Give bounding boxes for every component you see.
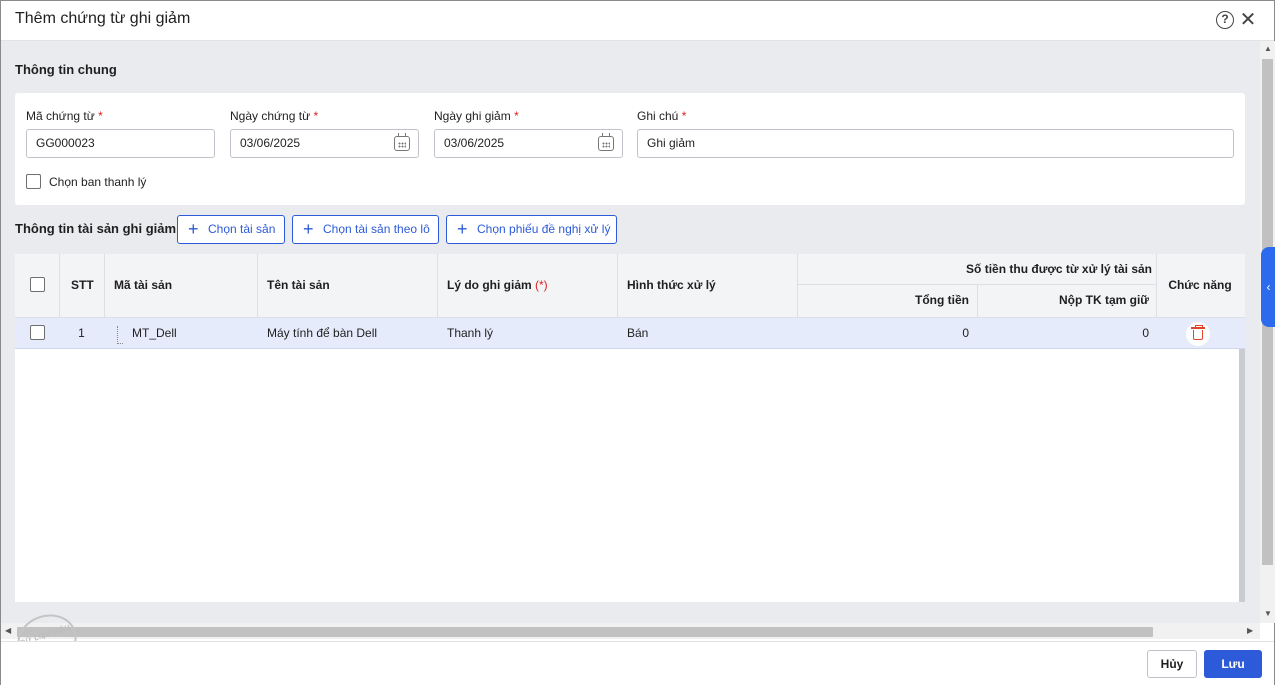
col-deposit[interactable]: Nộp TK tạm giữ: [977, 293, 1149, 307]
asset-info-title: Thông tin tài sản ghi giảm: [15, 221, 177, 236]
horizontal-scroll-thumb[interactable]: [17, 627, 1153, 637]
cell-asset-name: Máy tính để bàn Dell: [267, 326, 378, 340]
dialog-title: Thêm chứng từ ghi giảm: [15, 10, 191, 27]
asset-table: STT Mã tài sản Tên tài sản Lý do ghi giả…: [15, 254, 1245, 602]
col-stt[interactable]: STT: [71, 278, 94, 292]
calendar-icon[interactable]: [598, 133, 614, 151]
cell-asset-code: MT_Dell: [132, 326, 177, 340]
general-info-title: Thông tin chung: [15, 62, 117, 77]
decrease-date-input[interactable]: 03/06/2025: [434, 129, 623, 158]
decrease-date-label: Ngày ghi giảm *: [434, 109, 519, 123]
col-asset-name[interactable]: Tên tài sản: [267, 278, 330, 292]
help-icon[interactable]: ?: [1216, 11, 1234, 29]
col-total[interactable]: Tổng tiền: [797, 293, 969, 307]
horizontal-scrollbar[interactable]: ◀ ▶: [1, 623, 1260, 639]
note-label: Ghi chú *: [637, 109, 687, 123]
scroll-right-icon[interactable]: ▶: [1247, 626, 1253, 635]
plus-icon: +: [457, 219, 468, 239]
cancel-button[interactable]: Hủy: [1147, 650, 1197, 678]
liquidation-board-checkbox[interactable]: [26, 174, 41, 189]
general-info-card: Mã chứng từ * GG000023 Ngày chứng từ * 0…: [15, 93, 1245, 205]
col-reason[interactable]: Lý do ghi giảm (*): [447, 278, 548, 292]
col-actions: Chức năng: [1168, 278, 1232, 292]
choose-asset-by-batch-button[interactable]: + Chọn tài sản theo lô: [292, 215, 439, 244]
scroll-left-icon[interactable]: ◀: [5, 626, 11, 635]
choose-asset-button[interactable]: + Chọn tài sản: [177, 215, 285, 244]
table-row[interactable]: 1 MT_Dell Máy tính để bàn Dell Thanh lý …: [15, 318, 1245, 349]
voucher-date-input[interactable]: 03/06/2025: [230, 129, 419, 158]
note-input[interactable]: Ghi giảm: [637, 129, 1234, 158]
table-header: STT Mã tài sản Tên tài sản Lý do ghi giả…: [15, 254, 1245, 318]
tree-connector: [117, 326, 123, 344]
plus-icon: +: [188, 219, 199, 239]
liquidation-board-label: Chọn ban thanh lý: [49, 175, 147, 189]
dialog-footer: Hủy Lưu: [1, 641, 1274, 685]
plus-icon: +: [303, 219, 314, 239]
trash-icon[interactable]: [1186, 322, 1210, 346]
cell-stt: 1: [78, 326, 85, 340]
select-all-checkbox[interactable]: [30, 277, 45, 292]
table-vertical-scrollbar[interactable]: [1239, 349, 1245, 602]
calendar-icon[interactable]: [394, 133, 410, 151]
dialog: Thêm chứng từ ghi giảm ? ✕ Thông tin chu…: [0, 0, 1275, 685]
voucher-date-label: Ngày chứng từ *: [230, 109, 319, 123]
voucher-code-label: Mã chứng từ *: [26, 109, 103, 123]
collapse-panel-tab[interactable]: ‹: [1261, 247, 1275, 327]
choose-proposal-button[interactable]: + Chọn phiếu đề nghị xử lý: [446, 215, 617, 244]
vertical-scrollbar[interactable]: ▲ ▼: [1260, 41, 1275, 623]
save-button[interactable]: Lưu: [1204, 650, 1262, 678]
close-icon[interactable]: ✕: [1239, 9, 1257, 31]
chevron-left-icon: ‹: [1266, 280, 1271, 294]
scroll-down-icon[interactable]: ▼: [1264, 609, 1272, 618]
cell-method[interactable]: Bán: [627, 326, 648, 340]
col-money-group: Số tiền thu được từ xử lý tài sản: [966, 262, 1152, 276]
cell-total[interactable]: 0: [797, 326, 969, 340]
scroll-up-icon[interactable]: ▲: [1264, 44, 1272, 53]
cell-reason[interactable]: Thanh lý: [447, 326, 493, 340]
col-method[interactable]: Hình thức xử lý: [627, 278, 716, 292]
row-checkbox[interactable]: [30, 325, 45, 340]
dialog-header: Thêm chứng từ ghi giảm ? ✕: [1, 1, 1274, 41]
cell-deposit[interactable]: 0: [977, 326, 1149, 340]
voucher-code-input[interactable]: GG000023: [26, 129, 215, 158]
col-asset-code[interactable]: Mã tài sản: [114, 278, 172, 292]
dialog-content: Thông tin chung Mã chứng từ * GG000023 N…: [1, 41, 1260, 623]
